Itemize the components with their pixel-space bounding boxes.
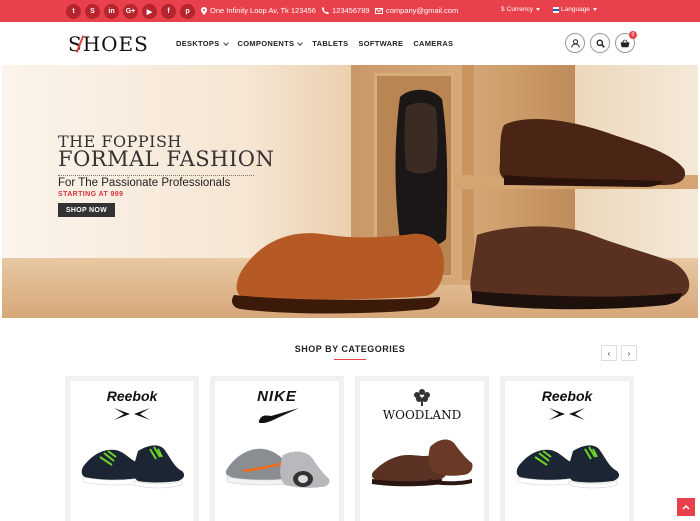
dollar-icon: $: [501, 6, 505, 13]
top-bar: t S in G+ ▶ f p One Infinity Loop Av, Tk…: [0, 0, 700, 22]
hero-heading-line2: FORMAL FASHION: [58, 147, 275, 171]
hero-banner[interactable]: THE FOPPISH FORMAL FASHION For The Passi…: [2, 65, 698, 318]
flag-icon: [553, 6, 559, 13]
brand-name: NIKE: [257, 388, 297, 405]
envelope-icon: [375, 7, 383, 14]
nav-item-software[interactable]: SOFTWARE: [358, 39, 403, 48]
scroll-to-top-button[interactable]: [677, 498, 695, 516]
section-title: SHOP BY CATEGORIES: [294, 344, 406, 354]
shopping-basket-icon: [620, 39, 630, 47]
pinterest-icon[interactable]: p: [180, 4, 195, 19]
section-title-underline: [334, 359, 366, 360]
reebok-vector-logo: [114, 408, 150, 420]
language-dropdown[interactable]: Language: [553, 6, 597, 13]
sneaker-image: [81, 445, 185, 489]
search-icon: [596, 39, 605, 48]
main-nav: DESKTOPS COMPONENTS TABLETS SOFTWARE CAM…: [176, 39, 453, 48]
site-logo[interactable]: SHOES: [68, 32, 149, 56]
phone-text[interactable]: 123456789: [332, 6, 370, 15]
brand-name: Reebok: [541, 388, 593, 404]
category-card-reebok-2[interactable]: Reebok: [500, 376, 634, 521]
email-info: company@gmail.com: [375, 6, 458, 15]
address-text: One Infinity Loop Av, Tk 123456: [210, 6, 316, 15]
social-links: t S in G+ ▶ f p: [66, 4, 195, 19]
chevron-down-icon: [297, 39, 304, 46]
nav-label: TABLETS: [312, 39, 349, 48]
nike-swoosh-logo: [258, 408, 299, 423]
phone-info: 123456789: [322, 6, 370, 15]
cart-button[interactable]: 0: [615, 31, 637, 53]
phone-icon: [322, 7, 329, 14]
nav-item-tablets[interactable]: TABLETS: [312, 39, 348, 48]
facebook-icon[interactable]: f: [161, 4, 176, 19]
category-card-nike[interactable]: NIKE: [210, 376, 344, 521]
caret-down-icon: [592, 8, 597, 11]
user-icon: [570, 38, 580, 48]
chevron-up-icon: [682, 504, 690, 510]
linkedin-icon[interactable]: in: [104, 4, 119, 19]
chevron-right-icon: ›: [627, 348, 631, 358]
main-header: SHOES DESKTOPS COMPONENTS TABLETS SOFTWA…: [0, 22, 700, 65]
nav-label: COMPONENTS: [237, 39, 295, 48]
card-body: WOODLAND: [360, 381, 484, 521]
nav-label: CAMERAS: [413, 39, 454, 48]
card-body: NIKE: [215, 381, 339, 521]
hero-divider: [58, 175, 254, 176]
language-label: Language: [561, 6, 590, 13]
category-card-reebok[interactable]: Reebok: [65, 376, 199, 521]
nav-label: DESKTOPS: [176, 39, 220, 48]
nav-item-components[interactable]: COMPONENTS: [237, 39, 304, 48]
carousel-next-button[interactable]: ›: [621, 345, 637, 361]
address-info: One Infinity Loop Av, Tk 123456: [201, 6, 316, 15]
chevron-down-icon: [222, 39, 229, 46]
currency-label: Currency: [506, 6, 533, 13]
sneaker-image: [225, 448, 330, 488]
woodland-tree-logo: [414, 389, 430, 406]
search-button[interactable]: [590, 33, 610, 53]
map-marker-icon: [201, 6, 207, 15]
nav-item-cameras[interactable]: CAMERAS: [413, 39, 453, 48]
currency-dropdown[interactable]: $ Currency: [501, 6, 540, 13]
youtube-icon[interactable]: ▶: [142, 4, 157, 19]
twitter-icon[interactable]: t: [66, 4, 81, 19]
caret-down-icon: [536, 8, 540, 11]
sneaker-image: [516, 445, 620, 489]
hero-price: STARTING AT 999: [58, 191, 124, 198]
card-body: Reebok: [70, 381, 194, 521]
boot-image: [371, 439, 473, 487]
carousel-prev-button[interactable]: ‹: [601, 345, 617, 361]
skype-icon[interactable]: S: [85, 4, 100, 19]
card-body: Reebok: [505, 381, 629, 521]
google-plus-icon[interactable]: G+: [123, 4, 138, 19]
nav-item-desktops[interactable]: DESKTOPS: [176, 39, 229, 48]
nav-label: SOFTWARE: [358, 39, 404, 48]
brand-name: WOODLAND: [382, 408, 462, 422]
shop-now-button[interactable]: SHOP NOW: [58, 203, 115, 217]
email-text[interactable]: company@gmail.com: [386, 6, 458, 15]
hero-subtitle: For The Passionate Professionals: [58, 177, 231, 189]
brand-name: Reebok: [106, 388, 158, 404]
account-button[interactable]: [565, 33, 585, 53]
cart-count-badge: 0: [629, 31, 637, 39]
category-card-woodland[interactable]: WOODLAND: [355, 376, 489, 521]
chevron-left-icon: ‹: [607, 348, 611, 358]
reebok-vector-logo: [549, 408, 585, 420]
